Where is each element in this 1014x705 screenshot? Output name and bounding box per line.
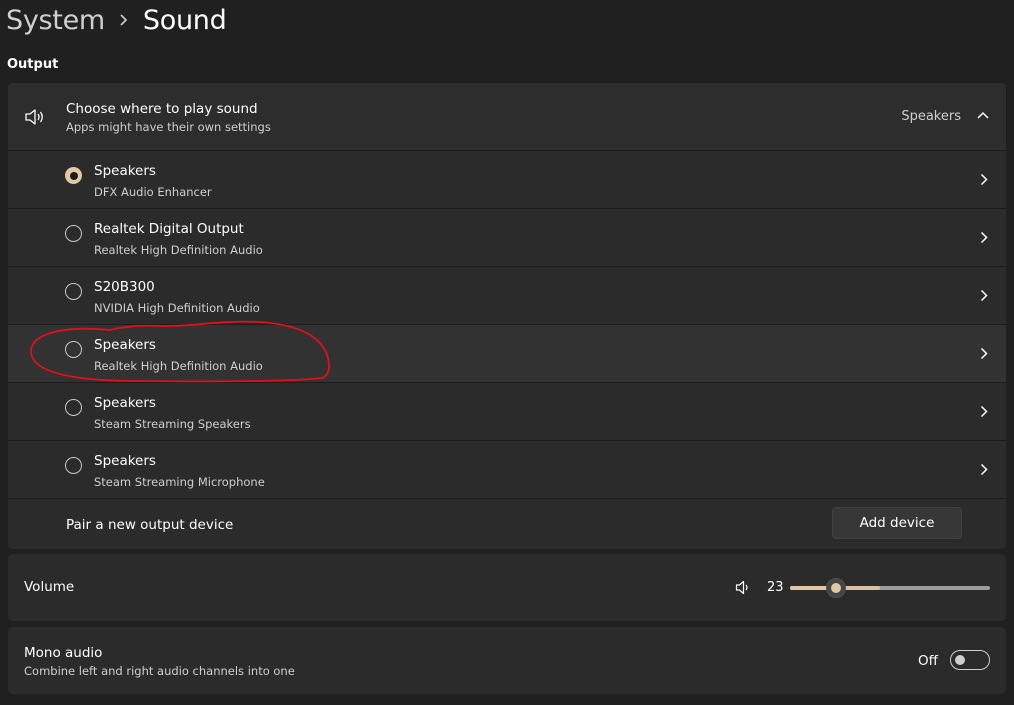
- device-row[interactable]: Speakers Steam Streaming Speakers: [8, 383, 1006, 441]
- volume-slider[interactable]: [790, 578, 990, 598]
- pair-device-row: Pair a new output device Add device: [8, 499, 1006, 549]
- chevron-right-icon: [105, 0, 143, 40]
- device-name: Realtek Digital Output: [94, 221, 244, 237]
- device-name: Speakers: [94, 337, 156, 353]
- device-name: S20B300: [94, 279, 155, 295]
- chevron-right-icon[interactable]: [980, 347, 988, 360]
- mono-audio-state: Off: [918, 653, 938, 669]
- volume-icon[interactable]: [735, 580, 751, 595]
- device-row[interactable]: S20B300 NVIDIA High Definition Audio: [8, 267, 1006, 325]
- breadcrumb-system[interactable]: System: [6, 5, 105, 36]
- device-radio-button[interactable]: [65, 225, 82, 242]
- mono-audio-toggle[interactable]: [950, 650, 990, 670]
- device-radio-button[interactable]: [65, 399, 82, 416]
- device-radio-button[interactable]: [65, 167, 82, 184]
- mono-audio-card: Mono audio Combine left and right audio …: [8, 627, 1006, 694]
- output-device-list: Speakers DFX Audio Enhancer Realtek Digita…: [8, 151, 1006, 499]
- device-name: Speakers: [94, 453, 156, 469]
- chevron-right-icon[interactable]: [980, 405, 988, 418]
- toggle-knob: [955, 655, 965, 665]
- device-description: Steam Streaming Microphone: [94, 475, 265, 489]
- chevron-up-icon[interactable]: [976, 110, 990, 120]
- volume-slider-thumb[interactable]: [826, 578, 846, 598]
- output-header-title: Choose where to play sound: [66, 101, 258, 117]
- selected-output-value: Speakers: [901, 109, 961, 124]
- mono-audio-title: Mono audio: [24, 645, 103, 661]
- device-description: Realtek High Definition Audio: [94, 243, 263, 257]
- device-name: Speakers: [94, 395, 156, 411]
- section-label-output: Output: [7, 57, 59, 72]
- add-device-button[interactable]: Add device: [832, 507, 962, 539]
- volume-label: Volume: [24, 579, 75, 595]
- device-name: Speakers: [94, 163, 156, 179]
- speaker-icon: [25, 109, 43, 125]
- volume-card: Volume 23: [8, 554, 1006, 621]
- device-row[interactable]: Speakers DFX Audio Enhancer: [8, 151, 1006, 209]
- breadcrumb: System Sound: [6, 0, 227, 40]
- sound-settings-page: System Sound Output Choose where to play…: [0, 0, 1014, 705]
- pair-device-label: Pair a new output device: [66, 517, 234, 533]
- device-description: Realtek High Definition Audio: [94, 359, 263, 373]
- volume-value: 23: [767, 580, 784, 595]
- device-radio-button[interactable]: [65, 457, 82, 474]
- chevron-right-icon[interactable]: [980, 463, 988, 476]
- device-row[interactable]: Speakers Steam Streaming Microphone: [8, 441, 1006, 499]
- device-row[interactable]: Speakers Realtek High Definition Audio: [8, 325, 1006, 383]
- device-radio-button[interactable]: [65, 341, 82, 358]
- output-card: Choose where to play sound Apps might ha…: [8, 83, 1006, 549]
- chevron-right-icon[interactable]: [980, 231, 988, 244]
- device-description: DFX Audio Enhancer: [94, 185, 212, 199]
- device-description: Steam Streaming Speakers: [94, 417, 251, 431]
- device-radio-button[interactable]: [65, 283, 82, 300]
- chevron-right-icon[interactable]: [980, 289, 988, 302]
- device-row[interactable]: Realtek Digital Output Realtek High Defin…: [8, 209, 1006, 267]
- output-header-subtitle: Apps might have their own settings: [66, 120, 271, 134]
- chevron-right-icon[interactable]: [980, 173, 988, 186]
- page-title: Sound: [142, 4, 227, 36]
- device-description: NVIDIA High Definition Audio: [94, 301, 260, 315]
- output-device-expander[interactable]: Choose where to play sound Apps might ha…: [8, 83, 1006, 151]
- mono-audio-subtitle: Combine left and right audio channels in…: [24, 664, 295, 678]
